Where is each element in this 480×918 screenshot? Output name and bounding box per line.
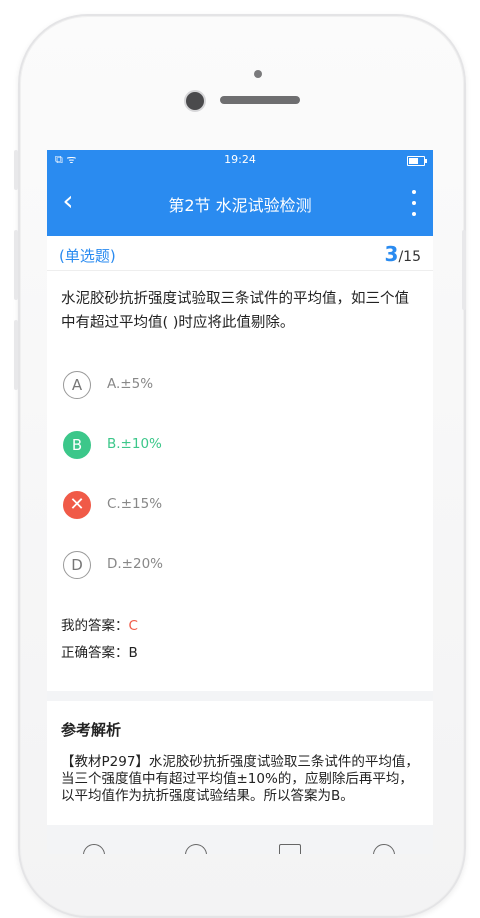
analysis-section: 参考解析 【教材P297】水泥胶砂抗折强度试验取三条试件的平均值，当三个强度值中… <box>47 701 433 825</box>
option-d-circle: D <box>63 551 91 579</box>
option-b[interactable]: B B.±10% <box>47 417 433 477</box>
toolbar-icon-3[interactable] <box>279 844 301 854</box>
option-a-text: A.±5% <box>107 376 154 392</box>
wrong-x-icon: ✕ <box>63 491 91 519</box>
back-icon[interactable]: ‹ <box>53 187 83 218</box>
option-d[interactable]: D D.±20% <box>47 537 433 597</box>
question-text: 水泥胶砂抗折强度试验取三条试件的平均值，如三个值中有超过平均值( )时应将此值剔… <box>61 291 409 331</box>
bottom-toolbar <box>47 844 433 854</box>
app-screen: ⧉ ᯤ 19:24 ‹ 第2节 水泥试验检测 (单选题) 3/15 水泥胶砂抗折… <box>47 150 433 854</box>
option-a[interactable]: A A.±5% <box>47 357 433 417</box>
battery-icon <box>407 156 427 166</box>
front-camera <box>184 90 206 112</box>
correct-answer-label: 正确答案： <box>61 645 129 661</box>
status-bar: ⧉ ᯤ 19:24 <box>47 150 433 170</box>
option-b-text: B.±10% <box>107 436 162 452</box>
nav-bar: ‹ 第2节 水泥试验检测 <box>47 170 433 236</box>
analysis-title: 参考解析 <box>61 721 122 739</box>
option-d-text: D.±20% <box>107 556 164 572</box>
toolbar-icon-1[interactable] <box>83 844 105 854</box>
option-c[interactable]: ✕ C.±15% <box>47 477 433 537</box>
current-question-number: 3 <box>384 242 399 266</box>
option-a-circle: A <box>63 371 91 399</box>
analysis-text: 【教材P297】水泥胶砂抗折强度试验取三条试件的平均值，当三个强度值中有超过平均… <box>61 754 419 804</box>
option-b-circle: B <box>63 431 91 459</box>
earpiece-speaker <box>220 96 300 104</box>
volume-down-button <box>14 320 18 390</box>
total-questions: /15 <box>398 249 421 265</box>
more-icon[interactable] <box>407 190 421 216</box>
toolbar-icon-4[interactable] <box>373 844 395 854</box>
question-card: (单选题) 3/15 水泥胶砂抗折强度试验取三条试件的平均值，如三个值中有超过平… <box>47 236 433 691</box>
mute-switch <box>14 150 18 190</box>
correct-answer-row: 正确答案：B <box>61 640 419 667</box>
volume-up-button <box>14 230 18 300</box>
correct-answer-value: B <box>128 645 138 661</box>
option-c-text: C.±15% <box>107 496 163 512</box>
page-title: 第2节 水泥试验检测 <box>168 196 312 215</box>
question-counter: 3/15 <box>385 242 421 266</box>
power-button <box>462 230 466 310</box>
question-header: (单选题) 3/15 <box>47 236 433 271</box>
section-divider <box>47 691 433 701</box>
my-answer-value: C <box>128 618 138 634</box>
toolbar-icon-2[interactable] <box>185 844 207 854</box>
proximity-sensor <box>254 70 262 78</box>
question-type: (单选题) <box>59 247 116 265</box>
clock: 19:24 <box>224 153 256 166</box>
my-answer-row: 我的答案：C <box>61 613 419 640</box>
my-answer-label: 我的答案： <box>61 618 129 634</box>
answer-summary: 我的答案：C 正确答案：B <box>47 597 433 691</box>
